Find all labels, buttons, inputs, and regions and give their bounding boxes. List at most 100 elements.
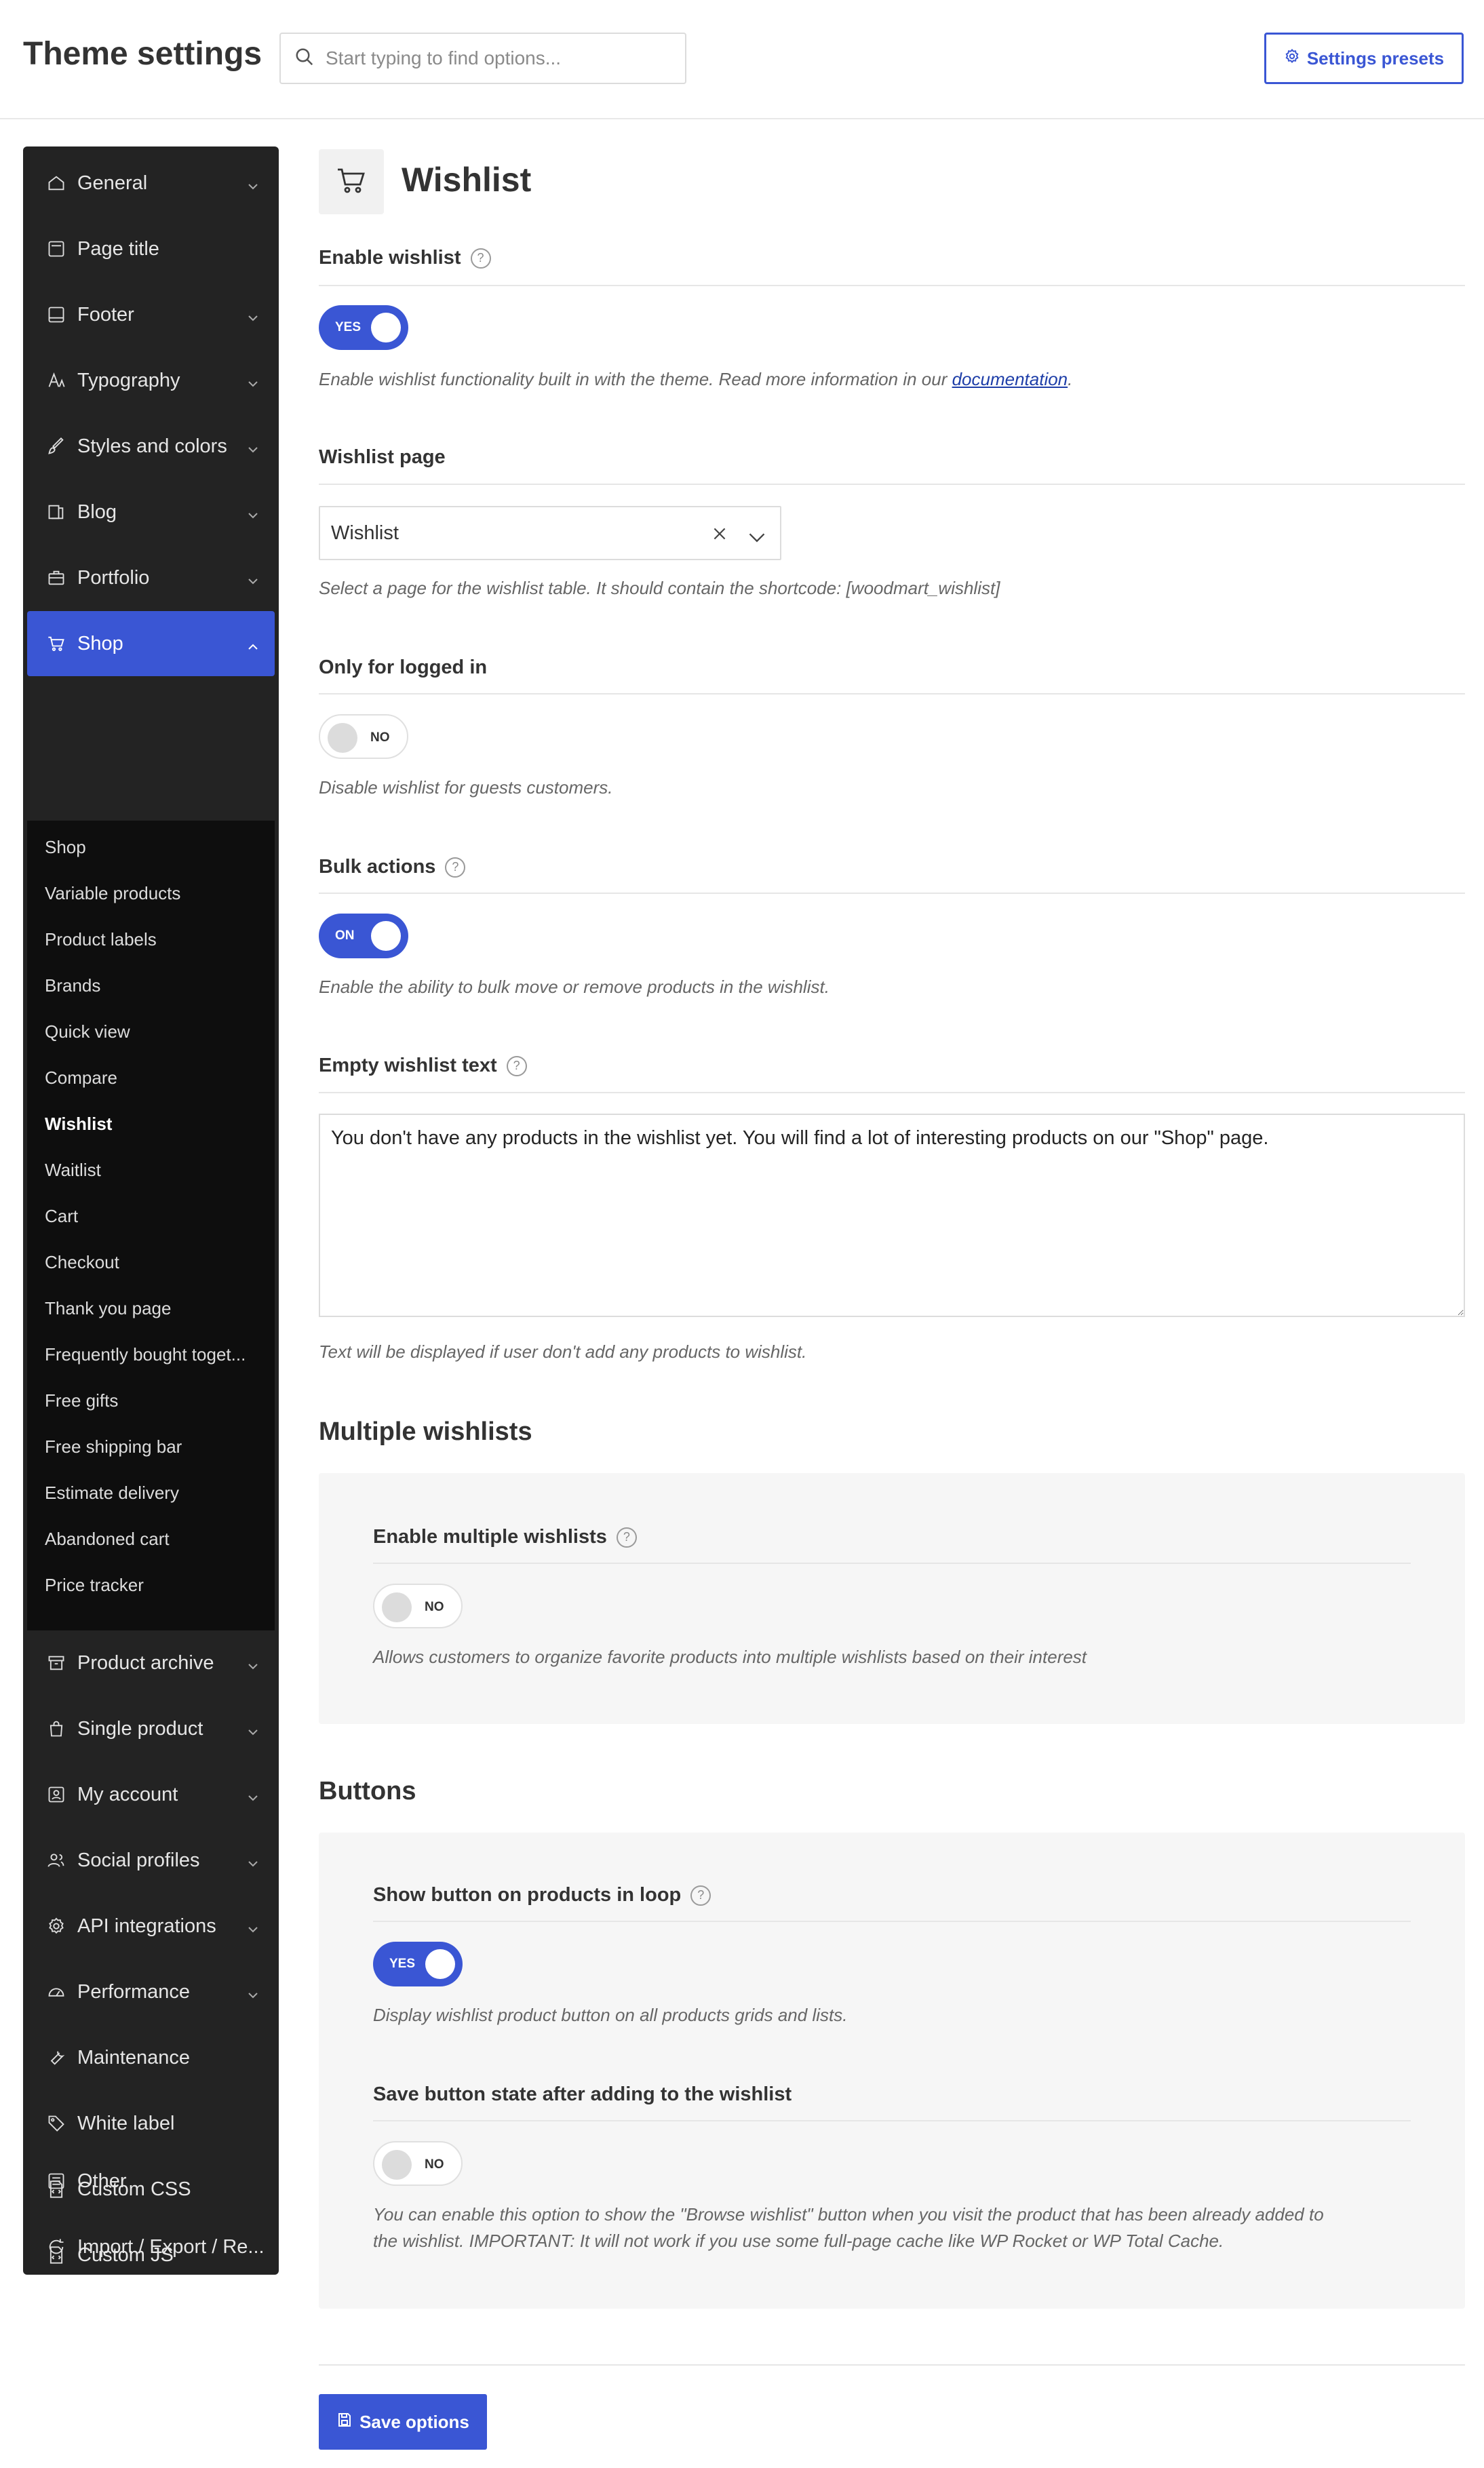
- submenu-item-waitlist[interactable]: Waitlist: [45, 1160, 269, 1181]
- help-icon[interactable]: ?: [616, 1527, 637, 1548]
- sidebar-item-product-archive[interactable]: Product archive: [27, 1630, 275, 1696]
- wrench-icon: [46, 2048, 66, 2068]
- wishlist-page-select[interactable]: Wishlist: [319, 506, 781, 560]
- help-icon[interactable]: ?: [690, 1885, 711, 1906]
- sidebar-item-my-account[interactable]: My account: [27, 1762, 275, 1827]
- toggle-knob: [425, 1949, 455, 1979]
- sidebar-item-label: Shop: [77, 632, 123, 654]
- sidebar-item-maintenance[interactable]: Maintenance: [27, 2025, 275, 2090]
- submenu-item-compare[interactable]: Compare: [45, 1067, 269, 1089]
- option-label: Enable multiple wishlists: [373, 1526, 607, 1548]
- sidebar-item-white-label[interactable]: White label: [27, 2091, 275, 2156]
- sidebar-item-general[interactable]: General: [27, 151, 275, 216]
- page-title: Theme settings: [23, 36, 262, 72]
- save-state-title: Save button state after adding to the wi…: [373, 2083, 792, 2106]
- toggle-knob: [328, 723, 357, 753]
- option-label: Bulk actions: [319, 856, 436, 878]
- sidebar-item-shop[interactable]: Shop: [27, 611, 275, 676]
- sidebar-item-label: Single product: [77, 1717, 203, 1740]
- toggle-knob: [382, 1592, 412, 1622]
- wishlist-page-description: Select a page for the wishlist table. It…: [319, 578, 1000, 598]
- chevron-down-icon: [246, 505, 260, 528]
- toggle-knob: [371, 921, 401, 951]
- sidebar-item-portfolio[interactable]: Portfolio: [27, 545, 275, 610]
- toggle-state: NO: [370, 730, 390, 745]
- save-state-toggle[interactable]: NO: [373, 2141, 463, 2186]
- select-value: Wishlist: [331, 522, 399, 544]
- sidebar-item-social-profiles[interactable]: Social profiles: [27, 1828, 275, 1893]
- brush-icon: [46, 436, 66, 456]
- logged-in-toggle[interactable]: NO: [319, 714, 408, 759]
- settings-presets-button[interactable]: Settings presets: [1264, 33, 1464, 84]
- sidebar-item-label: Typography: [77, 369, 180, 391]
- sidebar-item-label: White label: [77, 2112, 175, 2134]
- submenu-item-quick-view[interactable]: Quick view: [45, 1021, 269, 1042]
- sidebar-item-typography[interactable]: Typography: [27, 348, 275, 413]
- shop-submenu: Shop Variable products Product labels Br…: [27, 821, 275, 1630]
- search-input[interactable]: [326, 47, 665, 69]
- logged-in-title: Only for logged in: [319, 657, 487, 679]
- submenu-item-thank-you-page[interactable]: Thank you page: [45, 1298, 269, 1319]
- help-icon[interactable]: ?: [506, 1055, 527, 1076]
- chevron-down-icon: [246, 1656, 260, 1679]
- sidebar-item-styles-and-colors[interactable]: Styles and colors: [27, 414, 275, 479]
- help-icon[interactable]: ?: [445, 857, 466, 878]
- help-icon[interactable]: ?: [470, 248, 491, 269]
- sidebar-item-import-export[interactable]: Import / Export / Re...: [27, 2214, 275, 2279]
- chevron-down-icon[interactable]: [747, 528, 766, 550]
- sidebar: General Page title Footer Typography Sty…: [23, 146, 279, 2275]
- sidebar-item-api-integrations[interactable]: API integrations: [27, 1894, 275, 1959]
- sidebar-item-label: Portfolio: [77, 566, 150, 589]
- documentation-link[interactable]: documentation: [952, 369, 1068, 389]
- search-box[interactable]: [279, 33, 686, 84]
- clear-icon[interactable]: [711, 525, 728, 548]
- enable-wishlist-description: Enable wishlist functionality built in w…: [319, 366, 1072, 393]
- submenu-item-product-labels[interactable]: Product labels: [45, 929, 269, 950]
- sidebar-item-blog[interactable]: Blog: [27, 479, 275, 545]
- toggle-state: NO: [425, 2157, 444, 2172]
- chevron-down-icon: [246, 1722, 260, 1744]
- submenu-item-brands[interactable]: Brands: [45, 975, 269, 996]
- description-suffix: .: [1068, 369, 1073, 389]
- submenu-item-abandoned-cart[interactable]: Abandoned cart: [45, 1529, 269, 1550]
- save-options-button[interactable]: Save options: [319, 2394, 487, 2450]
- submenu-item-price-tracker[interactable]: Price tracker: [45, 1575, 269, 1596]
- sidebar-item-single-product[interactable]: Single product: [27, 1696, 275, 1761]
- sidebar-item-label: Footer: [77, 303, 134, 326]
- enable-wishlist-toggle[interactable]: YES: [319, 305, 408, 350]
- empty-text-textarea[interactable]: You don't have any products in the wishl…: [319, 1114, 1465, 1317]
- top-bar: Theme settings Settings presets: [0, 0, 1484, 119]
- tag-icon: [46, 2113, 66, 2134]
- submenu-item-checkout[interactable]: Checkout: [45, 1252, 269, 1273]
- sidebar-item-page-title[interactable]: Page title: [27, 216, 275, 281]
- submenu-item-wishlist[interactable]: Wishlist: [45, 1114, 269, 1135]
- submenu-item-free-shipping-bar[interactable]: Free shipping bar: [45, 1436, 269, 1457]
- chevron-down-icon: [246, 176, 260, 199]
- option-label: Only for logged in: [319, 657, 488, 678]
- empty-text-title: Empty wishlist text ?: [319, 1055, 527, 1077]
- sidebar-item-label: Product archive: [77, 1651, 214, 1674]
- submenu-item-cart[interactable]: Cart: [45, 1206, 269, 1227]
- settings-presets-label: Settings presets: [1306, 47, 1445, 68]
- sidebar-item-label: Blog: [77, 501, 117, 523]
- bulk-actions-title: Bulk actions ?: [319, 856, 466, 878]
- divider: [319, 693, 1465, 694]
- gear-icon: [46, 1916, 66, 1936]
- save-icon: [336, 2412, 359, 2433]
- sidebar-item-label: Import / Export / Re...: [77, 2235, 265, 2258]
- save-state-description-line2: the wishlist. IMPORTANT: It will not wor…: [373, 2231, 1224, 2251]
- sidebar-item-performance[interactable]: Performance: [27, 1959, 275, 2024]
- submenu-item-frequently-bought[interactable]: Frequently bought toget...: [45, 1344, 269, 1365]
- submenu-item-variable-products[interactable]: Variable products: [45, 883, 269, 904]
- sidebar-item-other[interactable]: Other: [27, 2149, 275, 2214]
- submenu-item-free-gifts[interactable]: Free gifts: [45, 1390, 269, 1411]
- toggle-state: YES: [335, 320, 362, 334]
- sidebar-item-footer[interactable]: Footer: [27, 282, 275, 347]
- bulk-actions-toggle[interactable]: ON: [319, 914, 408, 958]
- divider: [373, 1563, 1411, 1564]
- typography-icon: [46, 370, 66, 391]
- submenu-item-estimate-delivery[interactable]: Estimate delivery: [45, 1483, 269, 1504]
- enable-multiple-toggle[interactable]: NO: [373, 1584, 463, 1628]
- submenu-item-shop[interactable]: Shop: [45, 837, 269, 858]
- show-loop-toggle[interactable]: YES: [373, 1942, 463, 1986]
